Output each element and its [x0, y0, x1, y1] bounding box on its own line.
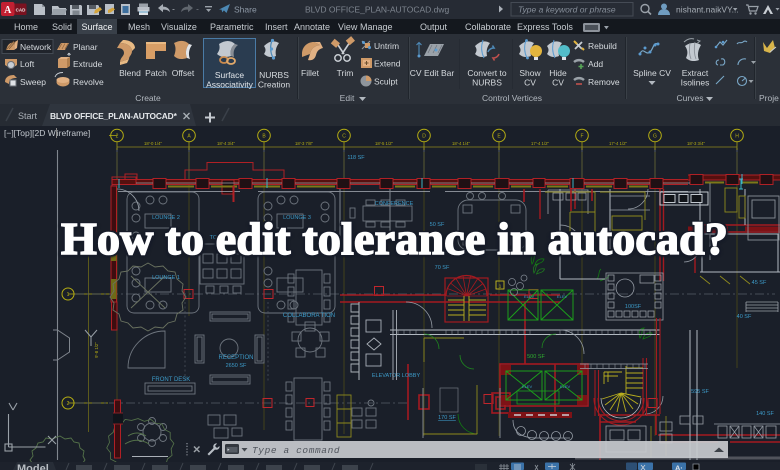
svg-text:Associativity: Associativity — [206, 80, 254, 90]
svg-text:2650 SF: 2650 SF — [226, 363, 247, 369]
svg-text:Trim: Trim — [337, 68, 354, 78]
svg-text:Show: Show — [519, 68, 541, 78]
svg-text:Fillet: Fillet — [301, 68, 320, 78]
svg-text:18'-4 1/4": 18'-4 1/4" — [452, 141, 471, 146]
svg-text:Sweep: Sweep — [20, 77, 46, 87]
svg-text:nishant.naikVY...: nishant.naikVY... — [676, 5, 739, 15]
svg-text:500 SF: 500 SF — [527, 354, 545, 360]
svg-text:G: G — [653, 134, 657, 140]
svg-text:100SF: 100SF — [625, 304, 642, 310]
svg-text:ELEV: ELEV — [522, 384, 533, 389]
svg-text:1: 1 — [499, 284, 502, 289]
svg-text:RECEPTION: RECEPTION — [218, 355, 253, 361]
svg-text:18'-4 3/4": 18'-4 3/4" — [217, 141, 236, 146]
svg-text:Control Vertices: Control Vertices — [482, 93, 542, 103]
svg-text:Curves: Curves — [677, 93, 704, 103]
svg-text:18'-3 3/4": 18'-3 3/4" — [687, 141, 706, 146]
svg-text:Patch: Patch — [145, 68, 167, 78]
svg-text:NURBS: NURBS — [472, 78, 502, 88]
svg-text:595 SF: 595 SF — [691, 389, 709, 395]
svg-text:Share: Share — [234, 5, 257, 15]
svg-text:2: 2 — [116, 134, 119, 140]
svg-text:70 SF: 70 SF — [435, 265, 450, 271]
svg-text:FRONT DESK: FRONT DESK — [152, 377, 191, 383]
svg-text:A·: A· — [675, 464, 683, 470]
svg-text:Network: Network — [20, 42, 52, 52]
svg-text:140 SF: 140 SF — [756, 411, 774, 417]
svg-text:A: A — [4, 5, 12, 16]
svg-text:Convert to: Convert to — [467, 68, 506, 78]
svg-text:Extrude: Extrude — [73, 59, 103, 69]
svg-text:Untrim: Untrim — [374, 41, 399, 51]
svg-text:Rebuild: Rebuild — [588, 41, 617, 51]
svg-text:2: 2 — [67, 401, 70, 407]
svg-text:COLLABORA TION: COLLABORA TION — [283, 313, 335, 319]
svg-text:Type a keyword or phrase: Type a keyword or phrase — [518, 5, 616, 15]
svg-text:CV: CV — [552, 78, 564, 88]
svg-text:C: C — [342, 134, 346, 140]
svg-text:Planar: Planar — [73, 42, 98, 52]
svg-text:H: H — [735, 134, 739, 140]
svg-text:Extract: Extract — [682, 68, 709, 78]
svg-text:118 SF: 118 SF — [347, 155, 365, 161]
svg-text:17'-4 1/2": 17'-4 1/2" — [609, 141, 628, 146]
svg-text:9'-8 1/2": 9'-8 1/2" — [94, 342, 99, 358]
svg-text:E: E — [497, 134, 501, 140]
svg-text:ELEV: ELEV — [560, 384, 571, 389]
svg-text:170 SF: 170 SF — [438, 415, 456, 421]
svg-text:Spline CV: Spline CV — [633, 68, 671, 78]
svg-text:Loft: Loft — [20, 59, 35, 69]
svg-text:CONFERENCE: CONFERENCE — [375, 201, 414, 207]
svg-text:A: A — [187, 134, 191, 140]
svg-text:B: B — [262, 134, 266, 140]
svg-text:1: 1 — [67, 292, 70, 298]
svg-text:18'-5 1/2": 18'-5 1/2" — [375, 141, 394, 146]
svg-text:Start: Start — [18, 111, 38, 121]
svg-text:ELEV: ELEV — [524, 294, 535, 299]
svg-text:Remove: Remove — [588, 77, 620, 87]
svg-text:18'-0 1/4": 18'-0 1/4" — [144, 141, 163, 146]
svg-text:Creation: Creation — [258, 80, 290, 90]
svg-text:Model: Model — [17, 463, 49, 470]
svg-text:Extend: Extend — [374, 59, 401, 69]
svg-text:CV: CV — [524, 78, 536, 88]
svg-text:18'-3 7/8": 18'-3 7/8" — [295, 141, 314, 146]
svg-text:ELEV: ELEV — [557, 294, 568, 299]
svg-text:45 SF: 45 SF — [752, 280, 767, 286]
svg-text:BLVD OFFICE_PLAN-AUTOCAD*: BLVD OFFICE_PLAN-AUTOCAD* — [50, 111, 178, 121]
svg-text:Add: Add — [588, 59, 603, 69]
svg-text:Revolve: Revolve — [73, 77, 104, 87]
svg-text:Edit: Edit — [340, 93, 355, 103]
svg-text:CV Edit Bar: CV Edit Bar — [410, 68, 455, 78]
svg-text:Offset: Offset — [172, 68, 195, 78]
svg-text:NURBS: NURBS — [259, 70, 289, 80]
svg-text:Hide: Hide — [549, 68, 567, 78]
svg-text:Surface: Surface — [215, 70, 245, 80]
svg-text:F: F — [580, 134, 583, 140]
svg-text:Type a command: Type a command — [252, 445, 340, 456]
svg-text:40 SF: 40 SF — [737, 314, 752, 320]
svg-text:Sculpt: Sculpt — [374, 77, 398, 87]
svg-text:17'-4 1/2": 17'-4 1/2" — [531, 141, 550, 146]
svg-text:CAD: CAD — [16, 8, 26, 13]
svg-text:Blend: Blend — [119, 68, 141, 78]
svg-text:Create: Create — [135, 93, 161, 103]
svg-text:Proje: Proje — [759, 93, 779, 103]
svg-text:BLVD OFFICE_PLAN-AUTOCAD.dwg: BLVD OFFICE_PLAN-AUTOCAD.dwg — [305, 5, 449, 15]
svg-text:LOUNGE 1: LOUNGE 1 — [152, 275, 180, 281]
svg-text:Isolines: Isolines — [681, 78, 710, 88]
svg-text:D: D — [422, 134, 426, 140]
